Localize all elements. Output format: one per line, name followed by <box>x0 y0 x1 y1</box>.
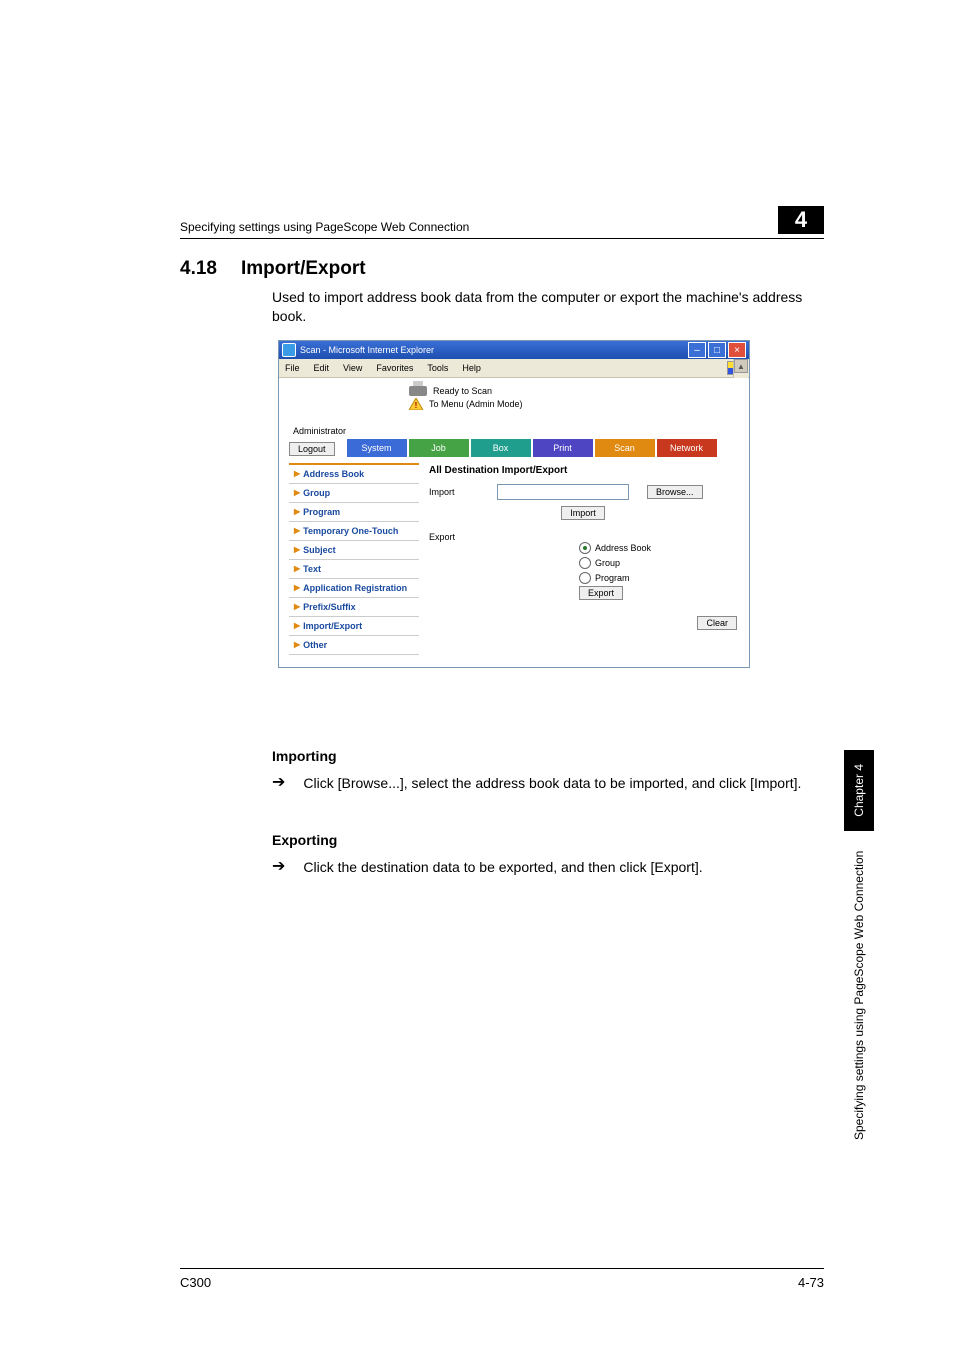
sidebar-item-label: Import/Export <box>303 621 362 631</box>
triangle-icon: ▶ <box>294 640 300 650</box>
radio-group[interactable]: Group <box>579 557 737 569</box>
sidebar-item-subject[interactable]: ▶Subject <box>289 541 419 560</box>
radio-label: Program <box>595 573 630 583</box>
tab-network[interactable]: Network <box>657 439 717 457</box>
sidebar-item-label: Address Book <box>303 469 364 479</box>
radio-label: Address Book <box>595 543 651 553</box>
content-title: All Destination Import/Export <box>429 465 737 476</box>
sidebar-item-application-registration[interactable]: ▶Application Registration <box>289 579 419 598</box>
exporting-heading: Exporting <box>272 832 337 848</box>
section-title: Import/Export <box>241 258 366 280</box>
chapter-label: Chapter 4 <box>844 750 874 831</box>
arrow-icon: ➔ <box>272 858 285 877</box>
running-head: Specifying settings using PageScope Web … <box>180 220 469 234</box>
radio-icon <box>579 542 591 554</box>
sidebar-item-label: Subject <box>303 545 336 555</box>
tab-print[interactable]: Print <box>533 439 593 457</box>
sidebar-item-text[interactable]: ▶Text <box>289 560 419 579</box>
menu-file[interactable]: File <box>285 363 300 373</box>
sidebar-item-program[interactable]: ▶Program <box>289 503 419 522</box>
scroll-up-icon[interactable]: ▲ <box>734 359 748 373</box>
sidebar-item-label: Application Registration <box>303 583 407 593</box>
sidebar-item-address-book[interactable]: ▶Address Book <box>289 465 419 484</box>
logout-button[interactable]: Logout <box>289 442 335 456</box>
arrow-icon: ➔ <box>272 774 285 793</box>
side-panel: ▶Address Book ▶Group ▶Program ▶Temporary… <box>289 463 419 655</box>
menubar: File Edit View Favorites Tools Help <box>279 359 749 378</box>
menu-tools[interactable]: Tools <box>427 363 448 373</box>
sidebar-item-temporary-one-touch[interactable]: ▶Temporary One-Touch <box>289 522 419 541</box>
content-area: All Destination Import/Export Import Bro… <box>427 463 739 655</box>
sidebar-item-import-export[interactable]: ▶Import/Export <box>289 617 419 636</box>
sidebar-item-other[interactable]: ▶Other <box>289 636 419 655</box>
radio-label: Group <box>595 558 620 568</box>
radio-program[interactable]: Program <box>579 572 737 584</box>
radio-icon <box>579 572 591 584</box>
section-heading: 4.18 Import/Export <box>180 258 366 280</box>
menu-view[interactable]: View <box>343 363 362 373</box>
triangle-icon: ▶ <box>294 507 300 517</box>
import-path-input[interactable] <box>497 484 629 500</box>
importing-heading: Importing <box>272 748 337 764</box>
importing-text: Click [Browse...], select the address bo… <box>303 774 801 793</box>
browser-window: Scan - Microsoft Internet Explorer – □ ×… <box>278 340 750 668</box>
import-button[interactable]: Import <box>561 506 605 520</box>
tab-box[interactable]: Box <box>471 439 531 457</box>
status-ready: Ready to Scan <box>433 386 492 396</box>
section-intro: Used to import address book data from th… <box>272 288 804 326</box>
triangle-icon: ▶ <box>294 488 300 498</box>
sidebar-item-label: Group <box>303 488 330 498</box>
triangle-icon: ▶ <box>294 621 300 631</box>
export-button[interactable]: Export <box>579 586 623 600</box>
svg-text:!: ! <box>415 401 418 410</box>
close-button[interactable]: × <box>728 342 746 358</box>
tab-scan[interactable]: Scan <box>595 439 655 457</box>
warning-icon: ! <box>409 398 423 410</box>
menu-favorites[interactable]: Favorites <box>376 363 413 373</box>
running-head-row: Specifying settings using PageScope Web … <box>180 206 824 239</box>
clear-button[interactable]: Clear <box>697 616 737 630</box>
titlebar: Scan - Microsoft Internet Explorer – □ × <box>279 341 749 359</box>
radio-address-book[interactable]: Address Book <box>579 542 737 554</box>
triangle-icon: ▶ <box>294 602 300 612</box>
footer-page: 4-73 <box>798 1275 824 1290</box>
browse-button[interactable]: Browse... <box>647 485 703 499</box>
to-menu-text: To Menu (Admin Mode) <box>429 399 523 409</box>
status-menu-row[interactable]: ! To Menu (Admin Mode) <box>409 398 739 410</box>
triangle-icon: ▶ <box>294 469 300 479</box>
sidebar-item-prefix-suffix[interactable]: ▶Prefix/Suffix <box>289 598 419 617</box>
exporting-text: Click the destination data to be exporte… <box>303 858 702 877</box>
tab-system[interactable]: System <box>347 439 407 457</box>
tab-job[interactable]: Job <box>409 439 469 457</box>
admin-label: Administrator <box>293 426 739 436</box>
section-number: 4.18 <box>180 258 217 280</box>
maximize-button[interactable]: □ <box>708 342 726 358</box>
sidebar-item-label: Temporary One-Touch <box>303 526 398 536</box>
import-label: Import <box>429 487 479 497</box>
sidebar-item-group[interactable]: ▶Group <box>289 484 419 503</box>
window-title: Scan - Microsoft Internet Explorer <box>300 345 434 355</box>
sidebar-item-label: Prefix/Suffix <box>303 602 356 612</box>
side-caption: Specifying settings using PageScope Web … <box>852 851 866 1140</box>
sidebar-item-label: Text <box>303 564 321 574</box>
printer-icon <box>409 386 427 396</box>
tab-row: System Job Box Print Scan Network <box>347 439 719 457</box>
triangle-icon: ▶ <box>294 526 300 536</box>
sidebar-item-label: Other <box>303 640 327 650</box>
export-label: Export <box>429 532 479 542</box>
ie-icon <box>282 343 296 357</box>
menu-help[interactable]: Help <box>462 363 481 373</box>
triangle-icon: ▶ <box>294 545 300 555</box>
chapter-number-box: 4 <box>778 206 824 234</box>
triangle-icon: ▶ <box>294 564 300 574</box>
status-ready-row: Ready to Scan <box>409 386 739 396</box>
menu-edit[interactable]: Edit <box>314 363 330 373</box>
triangle-icon: ▶ <box>294 583 300 593</box>
sidebar-item-label: Program <box>303 507 340 517</box>
footer-model: C300 <box>180 1275 211 1290</box>
footer: C300 4-73 <box>180 1268 824 1290</box>
minimize-button[interactable]: – <box>688 342 706 358</box>
radio-icon <box>579 557 591 569</box>
